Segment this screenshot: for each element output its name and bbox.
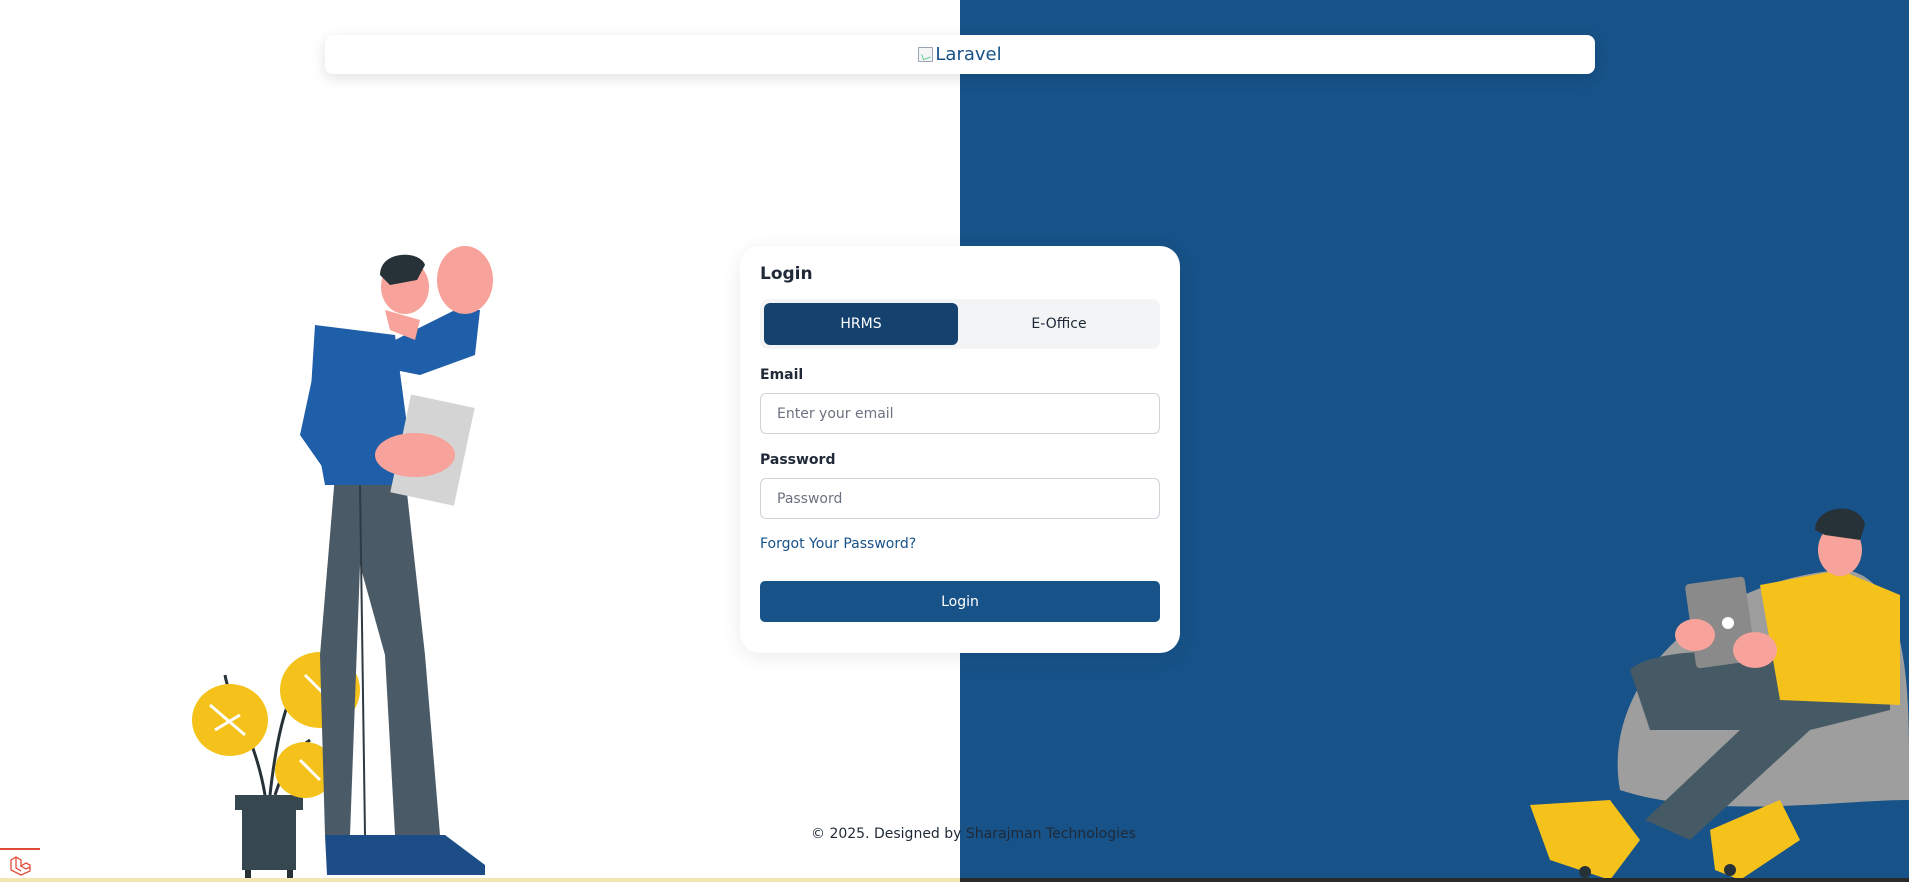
- tab-e-office[interactable]: E-Office: [962, 303, 1156, 345]
- login-type-toggle: HRMS E-Office: [760, 299, 1160, 349]
- laravel-icon: [10, 856, 31, 876]
- sitting-man-illustration: [1530, 508, 1909, 880]
- bottom-strip: [0, 878, 1909, 882]
- tab-hrms[interactable]: HRMS: [764, 303, 958, 345]
- laravel-logo[interactable]: Laravel: [918, 44, 1002, 65]
- forgot-password-link[interactable]: Forgot Your Password?: [760, 536, 916, 554]
- footer-copyright: © 2025. Designed by Sharajman Technologi…: [811, 826, 1136, 842]
- logo-alt-text: Laravel: [935, 44, 1002, 65]
- standing-man-illustration: [192, 246, 493, 880]
- password-field[interactable]: [760, 478, 1160, 519]
- header-bar: Laravel: [325, 35, 1595, 74]
- login-button[interactable]: Login: [760, 581, 1160, 622]
- debugbar-toggle[interactable]: [0, 848, 40, 882]
- password-label: Password: [760, 452, 836, 468]
- login-card: Login HRMS E-Office Email Password Forgo…: [740, 246, 1180, 653]
- broken-image-icon: [918, 47, 934, 62]
- login-title: Login: [760, 264, 813, 284]
- email-field[interactable]: [760, 393, 1160, 434]
- email-label: Email: [760, 367, 804, 383]
